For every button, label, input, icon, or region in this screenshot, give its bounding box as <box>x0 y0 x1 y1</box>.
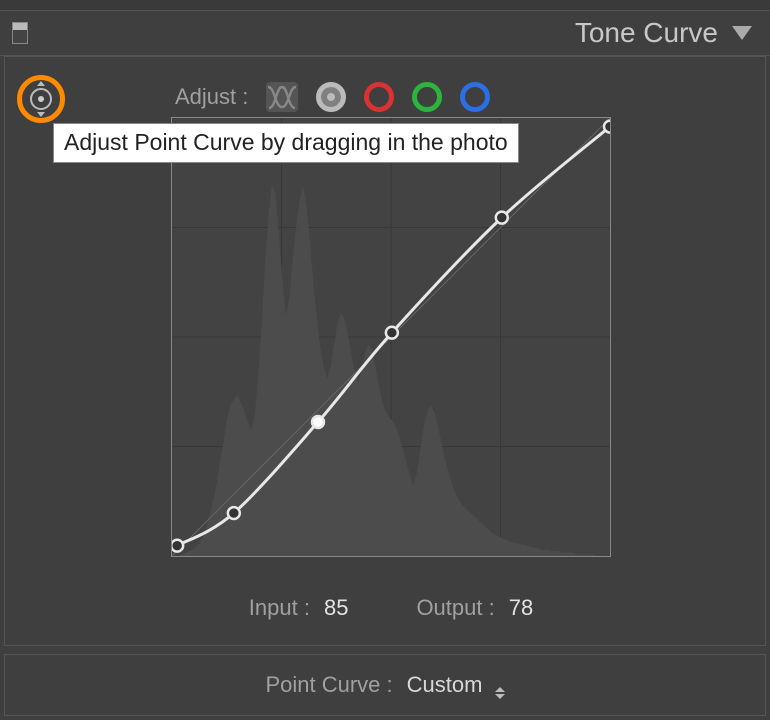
tone-curve-panel-header[interactable]: Tone Curve <box>0 11 770 56</box>
window-top-divider <box>0 0 770 11</box>
channel-green-button[interactable] <box>412 82 442 112</box>
input-value: 85 <box>324 595 348 621</box>
curve-point[interactable] <box>496 212 508 224</box>
panel-enable-switch[interactable] <box>12 22 28 44</box>
curve-point[interactable] <box>386 327 398 339</box>
input-label: Input : <box>249 595 310 621</box>
output-value: 78 <box>509 595 533 621</box>
dropdown-arrows-icon <box>495 687 505 699</box>
channel-blue-button[interactable] <box>460 82 490 112</box>
curve-point[interactable] <box>312 416 324 428</box>
channel-rgb-button[interactable] <box>316 82 346 112</box>
input-output-readout: Input : 85 Output : 78 <box>171 595 611 621</box>
adjust-label: Adjust : <box>175 84 248 110</box>
parametric-curve-icon[interactable] <box>266 82 298 112</box>
point-curve-label: Point Curve : <box>265 672 392 698</box>
curve-point[interactable] <box>604 121 610 133</box>
targeted-adjustment-tool-button[interactable] <box>17 75 65 123</box>
collapse-triangle-icon[interactable] <box>732 26 752 40</box>
output-label: Output : <box>416 595 494 621</box>
tone-curve-panel-body: Adjust Point Curve by dragging in the ph… <box>4 56 766 646</box>
curve-point[interactable] <box>228 507 240 519</box>
curve-point[interactable] <box>172 540 183 552</box>
chevron-down-icon <box>37 112 45 117</box>
chevron-up-icon <box>37 81 45 86</box>
panel-title: Tone Curve <box>575 17 718 49</box>
tone-curve-editor[interactable] <box>171 117 611 557</box>
point-curve-dropdown[interactable]: Custom <box>407 672 505 699</box>
channel-red-button[interactable] <box>364 82 394 112</box>
point-curve-footer: Point Curve : Custom <box>4 654 766 716</box>
targeted-adjustment-tooltip: Adjust Point Curve by dragging in the ph… <box>53 123 519 163</box>
